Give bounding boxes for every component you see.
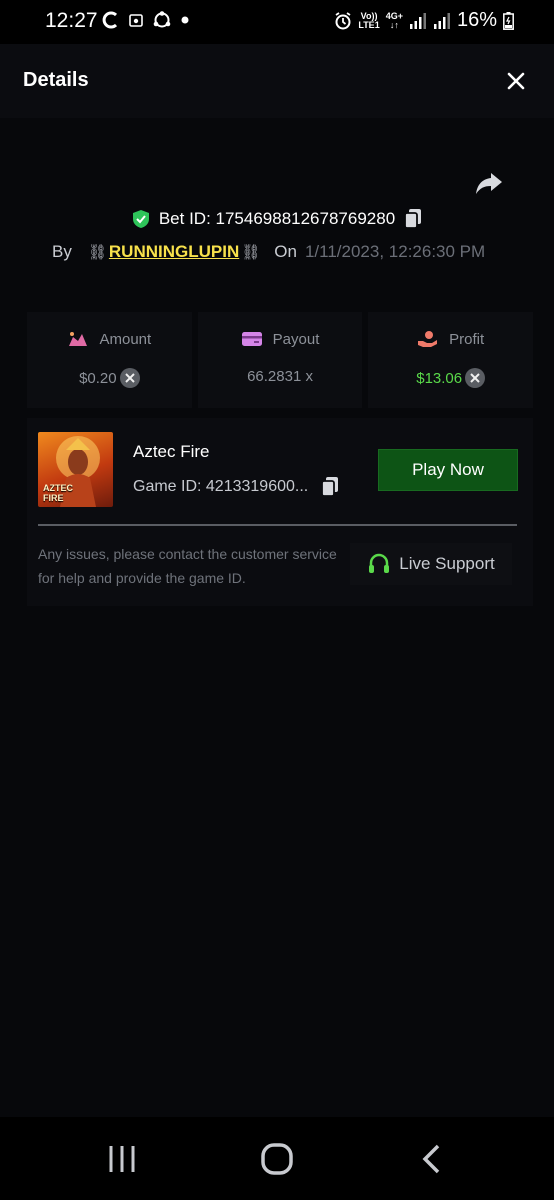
network-type: 4G+ ↓↑ xyxy=(386,11,403,30)
header: Details xyxy=(0,44,554,118)
game-name: Aztec Fire xyxy=(133,442,210,461)
on-label: On xyxy=(274,242,297,261)
amount-value: $0.20 xyxy=(79,369,117,387)
recent-apps-icon[interactable] xyxy=(102,1139,142,1179)
camera-notification-icon xyxy=(129,14,143,27)
card-icon xyxy=(241,332,262,346)
payout-value: 66.2831 x xyxy=(247,368,313,385)
chain-icon-right: ⛓ xyxy=(241,244,261,261)
by-label: By xyxy=(52,242,72,261)
status-right: Vo)) LTE1 4G+ ↓↑ 16% xyxy=(334,9,514,32)
amount-icon xyxy=(69,332,88,346)
back-icon[interactable] xyxy=(412,1139,452,1179)
page-title: Details xyxy=(23,69,89,91)
game-card: AZTEC FIRE Aztec Fire Game ID: 421331960… xyxy=(27,418,533,606)
stat-payout: Payout 66.2831 x xyxy=(197,312,363,408)
bet-date: 1/11/2023, 12:26:30 PM xyxy=(304,242,486,261)
game-thumb-title-line1: AZTEC xyxy=(43,483,73,493)
home-icon[interactable] xyxy=(257,1139,297,1179)
status-left-icons xyxy=(102,10,189,30)
chain-icon-left: ⛓ xyxy=(87,244,107,261)
copy-icon[interactable] xyxy=(320,476,340,498)
sync-icon xyxy=(102,11,118,29)
play-now-button[interactable]: Play Now xyxy=(378,449,518,491)
data-arrows-icon: ↓↑ xyxy=(389,19,399,30)
divider xyxy=(38,524,517,526)
amount-label: Amount xyxy=(99,330,152,348)
stat-profit: Profit $13.06 xyxy=(368,312,534,408)
username-link[interactable]: RUNNINGLUPIN xyxy=(109,242,239,262)
share-network-icon xyxy=(153,11,171,28)
dot-icon xyxy=(181,16,189,24)
alarm-icon xyxy=(335,11,351,29)
live-support-label: Live Support xyxy=(399,554,495,573)
game-id-text: Game ID: 4213319600... xyxy=(133,478,309,495)
profit-value: $13.06 xyxy=(416,369,463,387)
system-nav-bar xyxy=(0,1117,554,1200)
game-id-row: Game ID: 4213319600... xyxy=(133,476,340,498)
signal-2-icon xyxy=(433,12,450,29)
bet-id-row: Bet ID: 1754698812678769280 xyxy=(0,208,554,234)
game-thumbnail[interactable]: AZTEC FIRE xyxy=(38,432,113,507)
live-support-button[interactable]: Live Support xyxy=(350,543,512,585)
currency-coin-icon xyxy=(119,368,140,388)
stat-amount: Amount $0.20 xyxy=(27,312,192,408)
share-icon[interactable] xyxy=(474,168,504,198)
headset-icon xyxy=(369,553,390,573)
volte-label: Vo)) LTE1 xyxy=(358,11,380,30)
currency-coin-icon xyxy=(465,368,486,388)
help-text: Any issues, please contact the customer … xyxy=(38,546,337,586)
payout-label: Payout xyxy=(272,330,320,348)
bet-owner-row: By ⛓ RUNNINGLUPIN ⛓ On 1/11/2023, 12:26:… xyxy=(52,242,485,262)
status-bar: 12:27 Vo)) LTE1 4G+ ↓↑ 16% xyxy=(0,0,554,44)
bet-id-text: Bet ID: 1754698812678769280 xyxy=(158,209,396,228)
battery-percent: 16% xyxy=(456,9,497,31)
close-icon[interactable] xyxy=(504,69,528,93)
profit-label: Profit xyxy=(449,330,485,348)
signal-icon xyxy=(409,12,426,29)
bet-stats: Amount $0.20 Payout 66.2831 x Profit $13… xyxy=(27,312,534,408)
game-thumb-title-line2: FIRE xyxy=(43,493,64,503)
copy-icon[interactable] xyxy=(403,208,423,230)
verified-shield-icon xyxy=(132,210,149,228)
game-thumb-title: AZTEC FIRE xyxy=(43,483,73,503)
battery-icon xyxy=(503,11,514,30)
profit-hand-icon xyxy=(418,331,438,347)
status-time: 12:27 xyxy=(45,9,98,32)
volte-bottom: LTE1 xyxy=(358,19,380,30)
